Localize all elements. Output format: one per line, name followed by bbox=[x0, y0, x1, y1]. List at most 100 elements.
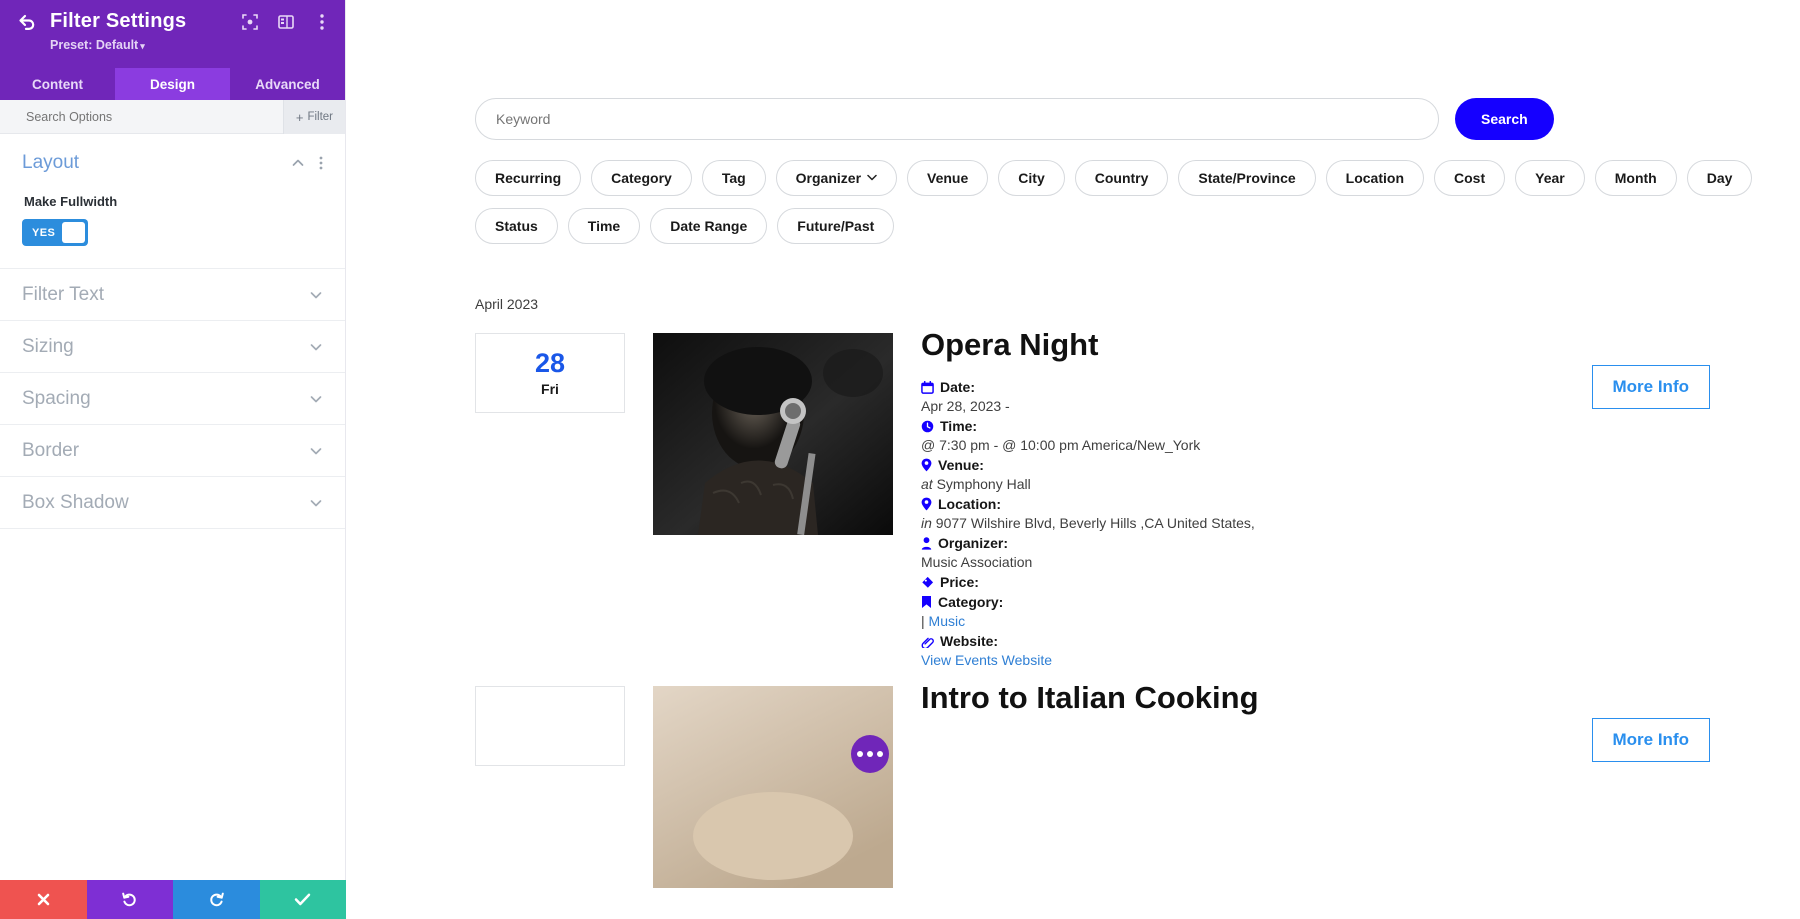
section-box-shadow[interactable]: Box Shadow bbox=[0, 477, 345, 529]
responsive-view-icon[interactable] bbox=[241, 13, 259, 31]
category-link[interactable]: Music bbox=[929, 613, 966, 629]
toggle-value-label: YES bbox=[25, 227, 62, 239]
fab-dot bbox=[857, 751, 863, 757]
make-fullwidth-toggle[interactable]: YES bbox=[22, 219, 88, 246]
panel-tabs: Content Design Advanced bbox=[0, 68, 345, 100]
panel-title: Filter Settings bbox=[50, 10, 186, 33]
preset-label: Preset: Default bbox=[50, 38, 138, 52]
panel-action-bar bbox=[0, 880, 346, 919]
filter-pill-year[interactable]: Year bbox=[1515, 160, 1585, 196]
website-link[interactable]: View Events Website bbox=[921, 652, 1052, 668]
filter-pill-row-1: Recurring Category Tag Organizer Venue C… bbox=[475, 160, 1800, 196]
more-options-fab[interactable] bbox=[851, 735, 889, 773]
detail-organizer-value: Music Association bbox=[921, 554, 1800, 570]
chevron-down-icon[interactable] bbox=[309, 444, 323, 458]
detail-label: Location: bbox=[938, 496, 1001, 512]
event-row: 28 Fri bbox=[346, 333, 1800, 668]
tab-design[interactable]: Design bbox=[115, 68, 230, 100]
tab-advanced[interactable]: Advanced bbox=[230, 68, 345, 100]
section-spacing-title: Spacing bbox=[22, 388, 91, 410]
save-button[interactable] bbox=[260, 880, 347, 919]
make-fullwidth-label: Make Fullwidth bbox=[24, 194, 323, 209]
filter-pill-category[interactable]: Category bbox=[591, 160, 692, 196]
chevron-down-icon[interactable] bbox=[309, 496, 323, 510]
detail-location-label: Location: bbox=[921, 496, 1800, 512]
section-sizing[interactable]: Sizing bbox=[0, 321, 345, 373]
chevron-down-icon bbox=[867, 173, 877, 184]
filter-pill-day[interactable]: Day bbox=[1687, 160, 1753, 196]
event-thumbnail[interactable] bbox=[653, 333, 893, 535]
detail-venue-label: Venue: bbox=[921, 457, 1800, 473]
section-border[interactable]: Border bbox=[0, 425, 345, 477]
search-options-input[interactable] bbox=[0, 101, 250, 133]
filter-pill-country[interactable]: Country bbox=[1075, 160, 1169, 196]
section-filter-text[interactable]: Filter Text bbox=[0, 269, 345, 321]
detail-website-label: Website: bbox=[921, 633, 1800, 649]
filter-pill-cost[interactable]: Cost bbox=[1434, 160, 1505, 196]
back-arrow-icon[interactable] bbox=[16, 11, 38, 33]
event-thumbnail[interactable] bbox=[653, 686, 893, 888]
bookmark-icon bbox=[921, 595, 932, 609]
detail-category-label: Category: bbox=[921, 594, 1800, 610]
event-date-dow: Fri bbox=[541, 381, 559, 397]
detail-price-label: Price: bbox=[921, 574, 1800, 590]
chevron-down-icon[interactable] bbox=[309, 288, 323, 302]
fab-dot bbox=[867, 751, 873, 757]
cancel-button[interactable] bbox=[0, 880, 87, 919]
panel-layout-icon[interactable] bbox=[277, 13, 295, 31]
pill-label: State/Province bbox=[1198, 170, 1295, 186]
section-spacing[interactable]: Spacing bbox=[0, 373, 345, 425]
filter-pill-future-past[interactable]: Future/Past bbox=[777, 208, 894, 244]
filter-pill-month[interactable]: Month bbox=[1595, 160, 1677, 196]
more-vertical-icon[interactable] bbox=[313, 13, 331, 31]
pill-label: Tag bbox=[722, 170, 746, 186]
section-layout: Layout Make Fullwidth YES bbox=[0, 134, 345, 269]
chevron-up-icon[interactable] bbox=[291, 156, 305, 170]
more-info-button[interactable]: More Info bbox=[1592, 718, 1711, 762]
chevron-down-icon[interactable] bbox=[309, 340, 323, 354]
search-button[interactable]: Search bbox=[1455, 98, 1554, 140]
price-tag-icon bbox=[921, 576, 934, 589]
section-layout-title: Layout bbox=[22, 152, 79, 174]
filter-pill-time[interactable]: Time bbox=[568, 208, 640, 244]
venue-prefix: at bbox=[921, 476, 933, 492]
filter-settings-panel: Filter Settings Preset: Default▾ bbox=[0, 0, 346, 919]
month-heading: April 2023 bbox=[346, 296, 1800, 312]
filter-pill-city[interactable]: City bbox=[998, 160, 1064, 196]
pill-label: Time bbox=[588, 218, 620, 234]
filter-pill-location[interactable]: Location bbox=[1326, 160, 1424, 196]
pill-label: City bbox=[1018, 170, 1044, 186]
detail-category-value: | Music bbox=[921, 613, 1800, 629]
filter-pill-venue[interactable]: Venue bbox=[907, 160, 988, 196]
detail-label: Website: bbox=[940, 633, 998, 649]
section-filter-text-title: Filter Text bbox=[22, 284, 104, 306]
detail-location-value: in 9077 Wilshire Blvd, Beverly Hills ,CA… bbox=[921, 515, 1800, 531]
plus-icon: + bbox=[296, 110, 304, 125]
filter-pill-organizer[interactable]: Organizer bbox=[776, 160, 897, 196]
detail-time-value: @ 7:30 pm - @ 10:00 pm America/New_York bbox=[921, 437, 1800, 453]
redo-button[interactable] bbox=[173, 880, 260, 919]
detail-label: Price: bbox=[940, 574, 979, 590]
undo-button[interactable] bbox=[87, 880, 174, 919]
section-box-shadow-title: Box Shadow bbox=[22, 492, 129, 514]
section-more-vertical-icon[interactable] bbox=[319, 156, 323, 170]
filter-pill-date-range[interactable]: Date Range bbox=[650, 208, 767, 244]
filter-pill-recurring[interactable]: Recurring bbox=[475, 160, 581, 196]
preset-selector[interactable]: Preset: Default▾ bbox=[50, 38, 329, 52]
event-date-day: 28 bbox=[535, 349, 565, 377]
events-page: Search Recurring Category Tag Organizer … bbox=[346, 0, 1800, 919]
event-title: Intro to Italian Cooking bbox=[921, 681, 1800, 715]
add-filter-button[interactable]: + Filter bbox=[283, 100, 345, 134]
pill-label: Organizer bbox=[796, 170, 861, 186]
chevron-down-icon[interactable] bbox=[309, 392, 323, 406]
filter-pill-tag[interactable]: Tag bbox=[702, 160, 766, 196]
add-filter-label: Filter bbox=[307, 111, 333, 123]
filter-pill-status[interactable]: Status bbox=[475, 208, 558, 244]
tab-content[interactable]: Content bbox=[0, 68, 115, 100]
more-info-button[interactable]: More Info bbox=[1592, 365, 1711, 409]
keyword-input[interactable] bbox=[475, 98, 1439, 140]
filter-pill-state-province[interactable]: State/Province bbox=[1178, 160, 1315, 196]
fab-dot bbox=[877, 751, 883, 757]
keyword-search-row: Search bbox=[346, 0, 1800, 140]
search-options-bar: + Filter bbox=[0, 100, 345, 134]
